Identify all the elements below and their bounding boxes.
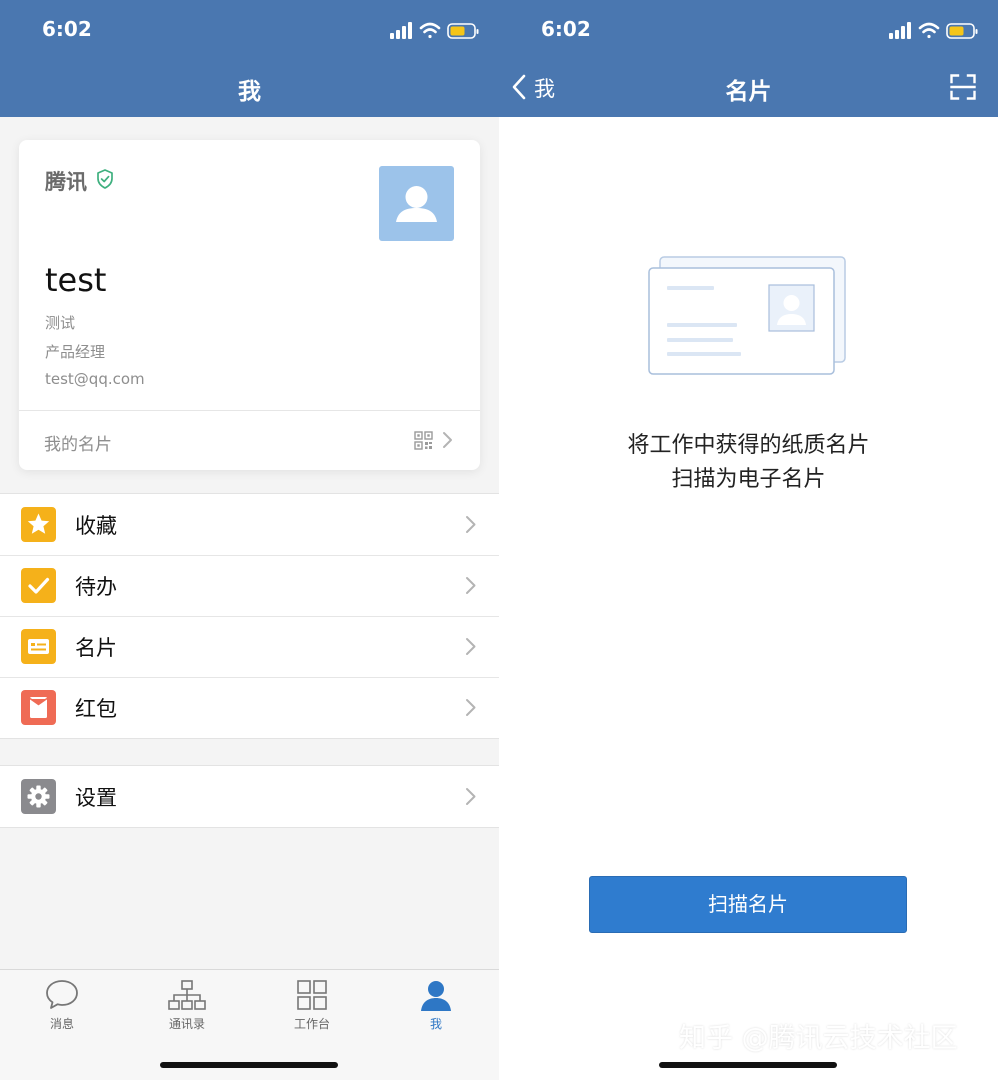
watermark: 知乎 @腾讯云技术社区 bbox=[679, 1023, 958, 1054]
me-screen: 6:02 我 腾讯 test 测试 产品经理 test@qq.com 我的名片 … bbox=[0, 0, 499, 1080]
cellular-signal-icon bbox=[889, 22, 911, 39]
tab-contacts-label: 通讯录 bbox=[168, 1017, 205, 1031]
chevron-right-icon bbox=[466, 788, 476, 805]
person-icon bbox=[421, 981, 451, 1011]
menu-group-main: 收藏 待办 名片 红包 bbox=[0, 493, 499, 739]
tab-workbench-label: 工作台 bbox=[293, 1017, 330, 1031]
tab-me[interactable]: 我 bbox=[396, 978, 476, 1038]
home-indicator[interactable] bbox=[659, 1062, 837, 1068]
home-indicator[interactable] bbox=[160, 1062, 338, 1068]
star-icon bbox=[27, 513, 50, 534]
status-icons bbox=[889, 22, 978, 39]
battery-icon bbox=[946, 23, 978, 39]
business-card-icon bbox=[28, 639, 49, 654]
settings-label: 设置 bbox=[75, 786, 117, 810]
page-title: 我 bbox=[238, 79, 261, 105]
menu-item-todo[interactable]: 待办 bbox=[0, 555, 499, 616]
status-time: 6:02 bbox=[42, 17, 92, 41]
menu-item-settings[interactable]: 设置 bbox=[0, 766, 499, 827]
navigation-bar: 6:02 我 名片 bbox=[499, 0, 998, 117]
org-chart-icon bbox=[168, 980, 206, 1010]
wifi-icon bbox=[419, 22, 441, 39]
intro-text-line1: 将工作中获得的纸质名片 bbox=[627, 433, 870, 458]
menu-group-settings: 设置 bbox=[0, 765, 499, 828]
todo-icon-tile bbox=[21, 568, 56, 603]
user-position: 产品经理 bbox=[45, 343, 106, 361]
favorites-label: 收藏 bbox=[75, 514, 117, 538]
chevron-right-icon bbox=[466, 638, 476, 655]
menu-item-favorites[interactable]: 收藏 bbox=[0, 494, 499, 555]
cellular-signal-icon bbox=[390, 22, 412, 39]
profile-card[interactable]: 腾讯 test 测试 产品经理 test@qq.com 我的名片 bbox=[19, 140, 480, 470]
menu-item-cards[interactable]: 名片 bbox=[0, 616, 499, 677]
my-card-row[interactable]: 我的名片 bbox=[19, 411, 480, 470]
my-card-label: 我的名片 bbox=[44, 435, 112, 455]
wifi-icon bbox=[918, 22, 940, 39]
verified-shield-icon bbox=[97, 169, 113, 189]
business-card-illustration bbox=[648, 256, 846, 375]
status-icons bbox=[390, 22, 479, 39]
tab-messages-label: 消息 bbox=[49, 1017, 74, 1031]
chat-bubble-icon bbox=[46, 980, 78, 1009]
chevron-right-icon bbox=[466, 577, 476, 594]
navigation-bar: 6:02 我 bbox=[0, 0, 499, 117]
settings-icon-tile bbox=[21, 779, 56, 814]
company-name: 腾讯 bbox=[45, 170, 87, 194]
avatar[interactable] bbox=[379, 166, 454, 241]
cards-icon-tile bbox=[21, 629, 56, 664]
chevron-right-icon bbox=[443, 432, 452, 448]
tab-contacts[interactable]: 通讯录 bbox=[147, 978, 227, 1038]
favorites-icon-tile bbox=[21, 507, 56, 542]
intro-text-line2: 扫描为电子名片 bbox=[671, 467, 826, 492]
user-department: 测试 bbox=[45, 314, 76, 332]
scan-card-button[interactable]: 扫描名片 bbox=[589, 876, 907, 933]
user-name: test bbox=[45, 261, 107, 299]
todo-label: 待办 bbox=[75, 575, 117, 599]
tab-workbench[interactable]: 工作台 bbox=[272, 978, 352, 1038]
tab-me-label: 我 bbox=[429, 1017, 442, 1031]
business-card-screen: 6:02 我 名片 将工作中获得的纸质名片 扫描为电子名片 扫描名片 知乎 @腾… bbox=[499, 0, 998, 1080]
chevron-right-icon bbox=[466, 516, 476, 533]
grid-icon bbox=[297, 980, 327, 1010]
gear-icon bbox=[27, 785, 50, 808]
menu-item-red-packet[interactable]: 红包 bbox=[0, 677, 499, 738]
red-packet-icon-tile bbox=[21, 690, 56, 725]
red-envelope-icon bbox=[29, 697, 48, 718]
checkmark-icon bbox=[28, 577, 50, 594]
status-time: 6:02 bbox=[541, 17, 591, 41]
red-packet-label: 红包 bbox=[75, 697, 117, 721]
qr-code-icon[interactable] bbox=[414, 431, 433, 450]
scan-frame-icon[interactable] bbox=[950, 74, 976, 100]
chevron-right-icon bbox=[466, 699, 476, 716]
cards-label: 名片 bbox=[75, 636, 117, 660]
battery-icon bbox=[447, 23, 479, 39]
user-email: test@qq.com bbox=[45, 370, 145, 388]
page-title: 名片 bbox=[725, 79, 772, 105]
avatar-placeholder bbox=[396, 186, 437, 222]
tab-messages[interactable]: 消息 bbox=[22, 978, 102, 1038]
